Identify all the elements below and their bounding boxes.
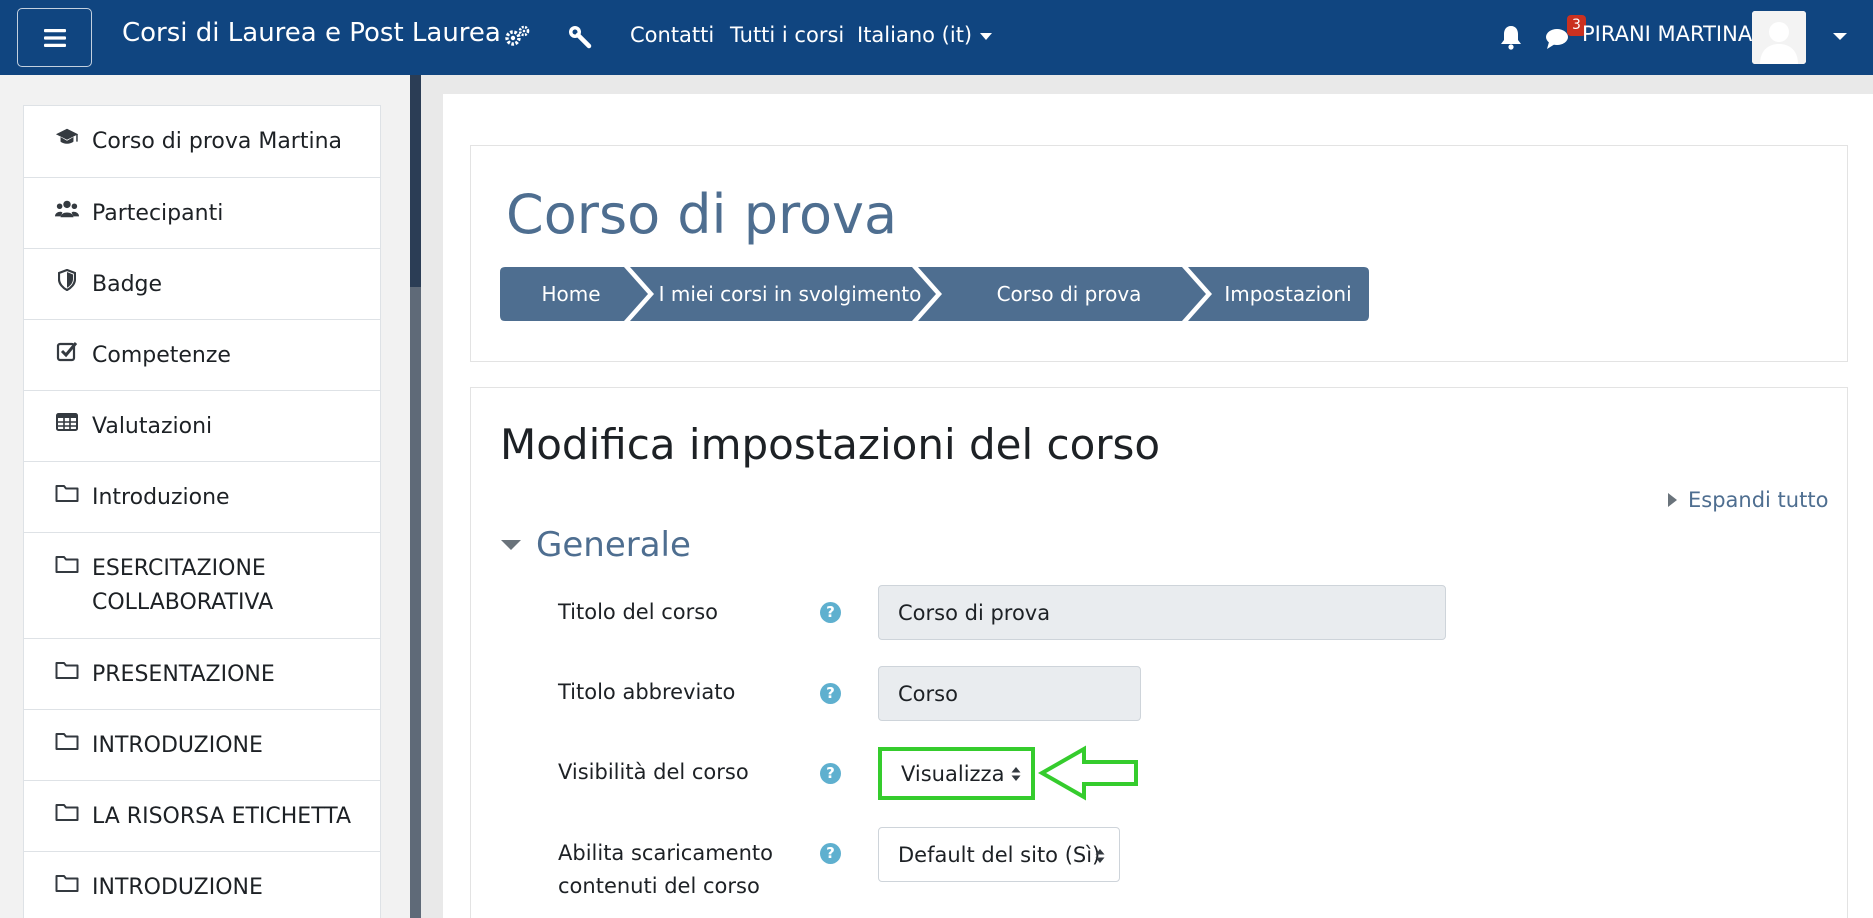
avatar[interactable] xyxy=(1752,11,1806,64)
help-icon[interactable]: ? xyxy=(820,843,841,864)
drawer-item-label: Competenze xyxy=(92,343,231,368)
hamburger-icon xyxy=(43,28,66,47)
drawer-item-label: Introduzione xyxy=(92,485,230,510)
sort-icon xyxy=(1095,849,1105,863)
drawer-item-grades[interactable]: Valutazioni xyxy=(24,391,380,462)
form-title: Modifica impostazioni del corso xyxy=(500,420,1161,469)
chevron-down-icon xyxy=(980,32,993,40)
nav-drawer: Corso di prova Martina Partecipanti Badg… xyxy=(0,75,410,918)
help-icon[interactable]: ? xyxy=(820,763,841,784)
section-general-toggle[interactable]: Generale xyxy=(501,525,691,565)
wrench-icon[interactable] xyxy=(566,24,594,50)
drawer-item-section[interactable]: ESERCITAZIONE COLLABORATIVA xyxy=(24,533,380,639)
all-courses-link[interactable]: Tutti i corsi xyxy=(730,23,844,47)
drawer-item-competencies[interactable]: Competenze xyxy=(24,320,380,391)
download-content-label: Abilita scaricamento contenuti del corso xyxy=(558,837,773,903)
download-content-value: Default del sito (Sì) xyxy=(898,842,1101,867)
drawer-scrollbar-thumb[interactable] xyxy=(410,75,421,287)
shortname-label: Titolo abbreviato xyxy=(558,680,736,704)
drawer-item-label: Badge xyxy=(92,272,163,297)
download-label-line2: contenuti del corso xyxy=(558,874,760,898)
breadcrumb-home[interactable]: Home xyxy=(500,267,642,321)
language-label: Italiano (it) xyxy=(857,23,973,47)
user-name[interactable]: PIRANI MARTINA xyxy=(1582,22,1752,46)
drawer-item-badge[interactable]: Badge xyxy=(24,249,380,320)
drawer-item-label: LA RISORSA ETICHETTA xyxy=(92,804,352,829)
check-square-icon xyxy=(55,339,79,363)
help-icon[interactable]: ? xyxy=(820,683,841,704)
fullname-label: Titolo del corso xyxy=(558,600,719,624)
drawer-item-label: PRESENTAZIONE xyxy=(92,662,275,687)
drawer-item-label: ESERCITAZIONE COLLABORATIVA xyxy=(92,556,274,615)
breadcrumb-course[interactable]: Corso di prova xyxy=(938,267,1200,321)
menu-toggle-button[interactable] xyxy=(17,8,92,67)
help-icon[interactable]: ? xyxy=(820,602,841,623)
user-menu-chevron-icon[interactable] xyxy=(1833,33,1847,40)
download-content-select[interactable]: Default del sito (Sì) xyxy=(878,827,1120,882)
graduation-cap-icon xyxy=(55,125,79,149)
visibility-label: Visibilità del corso xyxy=(558,760,749,784)
site-brand-link[interactable]: Corsi di Laurea e Post Laurea xyxy=(122,18,501,48)
expand-all-label: Espandi tutto xyxy=(1688,488,1829,512)
drawer-item-section[interactable]: PRESENTAZIONE xyxy=(24,639,380,710)
table-icon xyxy=(55,410,79,434)
caret-right-icon xyxy=(1668,493,1677,507)
language-menu[interactable]: Italiano (it) xyxy=(857,23,993,47)
section-title: Generale xyxy=(536,525,691,565)
drawer-item-section[interactable]: INTRODUZIONE xyxy=(24,852,380,918)
users-icon xyxy=(55,197,79,221)
breadcrumb-settings[interactable]: Impostazioni xyxy=(1208,267,1368,321)
shield-icon xyxy=(55,268,79,292)
drawer-item-participants[interactable]: Partecipanti xyxy=(24,178,380,249)
contacts-link[interactable]: Contatti xyxy=(630,23,714,47)
course-shortname-input[interactable]: Corso xyxy=(878,666,1141,721)
annotation-arrow-icon xyxy=(1038,745,1138,801)
breadcrumb-my-courses[interactable]: I miei corsi in svolgimento xyxy=(650,267,930,321)
drawer-item-label: Partecipanti xyxy=(92,201,224,226)
folder-icon xyxy=(55,871,79,895)
drawer-nav-list: Corso di prova Martina Partecipanti Badg… xyxy=(23,105,381,918)
page-header xyxy=(470,145,1848,362)
drawer-item-label: INTRODUZIONE xyxy=(92,875,263,900)
folder-icon xyxy=(55,800,79,824)
bell-icon[interactable] xyxy=(1497,24,1525,50)
cogs-icon[interactable] xyxy=(503,24,531,50)
folder-icon xyxy=(55,481,79,505)
page-title: Corso di prova xyxy=(506,183,898,246)
user-avatar-icon xyxy=(1752,11,1806,64)
course-fullname-input[interactable]: Corso di prova xyxy=(878,585,1446,640)
expand-all-link[interactable]: Espandi tutto xyxy=(1668,488,1828,512)
folder-icon xyxy=(55,658,79,682)
caret-down-icon xyxy=(501,540,521,550)
drawer-item-section[interactable]: LA RISORSA ETICHETTA xyxy=(24,781,380,852)
drawer-item-label: Valutazioni xyxy=(92,414,213,439)
drawer-item-section[interactable]: INTRODUZIONE xyxy=(24,710,380,781)
drawer-item-section[interactable]: Introduzione xyxy=(24,462,380,533)
folder-icon xyxy=(55,729,79,753)
top-navbar: Corsi di Laurea e Post Laurea Contatti T… xyxy=(0,0,1873,75)
drawer-item-label: Corso di prova Martina xyxy=(92,129,343,154)
drawer-item-label: INTRODUZIONE xyxy=(92,733,263,758)
drawer-item-course[interactable]: Corso di prova Martina xyxy=(24,106,380,178)
download-label-line1: Abilita scaricamento xyxy=(558,841,773,865)
folder-icon xyxy=(55,552,79,576)
visibility-highlight-box xyxy=(878,747,1035,800)
